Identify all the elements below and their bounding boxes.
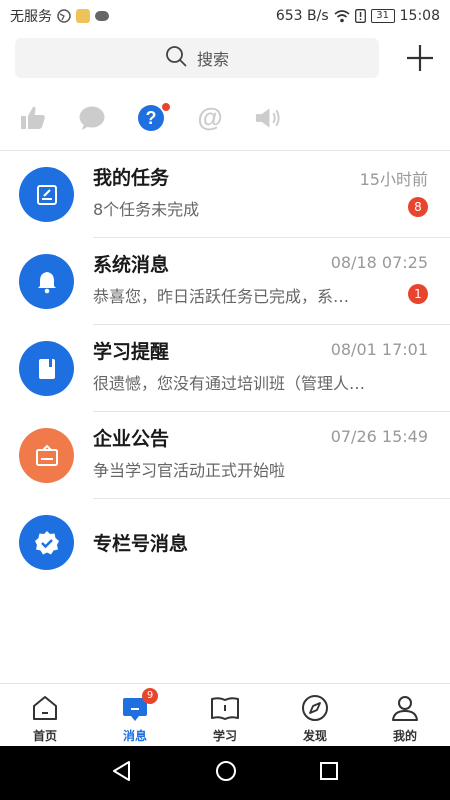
item-time: 08/18 07:25: [330, 253, 428, 272]
item-time: 08/01 17:01: [330, 340, 428, 359]
network-speed: 653 B/s: [275, 8, 329, 24]
item-title: 企业公告: [93, 428, 170, 450]
unread-dot: [161, 101, 171, 112]
globe-icon: [57, 9, 71, 23]
wifi-icon: [334, 9, 350, 23]
filter-row: ? @: [18, 98, 283, 138]
unread-badge: 8: [408, 197, 428, 217]
nav-label: 消息: [122, 729, 147, 743]
person-icon: [390, 693, 420, 723]
item-title: 专栏号消息: [93, 533, 189, 555]
nav-label: 学习: [212, 729, 237, 743]
speaker-icon[interactable]: [254, 104, 283, 133]
item-title: 我的任务: [93, 167, 170, 189]
search-row: 搜索: [0, 38, 450, 78]
nav-label: 首页: [32, 729, 57, 743]
svg-text:?: ?: [145, 108, 156, 128]
thumbs-up-icon[interactable]: [18, 104, 47, 133]
bell-icon: [19, 254, 74, 309]
unread-badge: 1: [408, 284, 428, 304]
bottom-nav: 首页 9 消息 学习 发现 我的: [0, 683, 450, 746]
list-item-tasks[interactable]: 我的任务 15小时前 8个任务未完成 8: [0, 151, 450, 238]
list-item-system[interactable]: 系统消息 08/18 07:25 恭喜您，昨日活跃任务已完成，系… 1: [0, 238, 450, 325]
svg-text:@: @: [197, 104, 222, 132]
question-icon[interactable]: ?: [136, 101, 171, 133]
status-right: 653 B/s 31 15:08: [276, 8, 440, 24]
item-title: 系统消息: [93, 254, 170, 276]
search-input[interactable]: 搜索: [15, 38, 379, 78]
add-button[interactable]: [404, 42, 436, 74]
clock-text: 15:08: [399, 8, 440, 24]
search-label: 搜索: [196, 50, 229, 69]
at-icon[interactable]: @: [195, 104, 224, 133]
chat-bubble-icon[interactable]: [77, 104, 106, 133]
nav-label: 发现: [302, 729, 327, 743]
task-icon: [19, 167, 74, 222]
message-list: 我的任务 15小时前 8个任务未完成 8 系统消息 08/18 07:25 恭喜…: [0, 151, 450, 586]
nav-discover[interactable]: 发现: [270, 684, 360, 746]
plus-icon: [407, 45, 433, 71]
book-icon: [19, 341, 74, 396]
sim-alert-icon: [354, 9, 366, 23]
compass-icon: [300, 693, 330, 723]
item-title: 学习提醒: [93, 341, 170, 363]
nav-badge: 9: [142, 688, 158, 704]
battery-icon: 31: [370, 9, 395, 23]
item-preview: 恭喜您，昨日活跃任务已完成，系…: [93, 287, 350, 306]
item-time: 07/26 15:49: [330, 427, 428, 446]
carrier-text: 无服务: [10, 9, 52, 25]
recents-icon[interactable]: [319, 761, 339, 785]
list-item-learning[interactable]: 学习提醒 08/01 17:01 很遗憾，您没有通过培训班（管理人员精…: [0, 325, 450, 412]
item-time: 15小时前: [359, 170, 428, 189]
app-notification-icon: [76, 9, 90, 23]
nav-learning[interactable]: 学习: [180, 684, 270, 746]
system-nav-bar: [0, 746, 450, 800]
nav-messages[interactable]: 9 消息: [90, 684, 180, 746]
book-open-icon: [210, 693, 240, 723]
status-left: 无服务: [10, 6, 109, 26]
status-bar: 无服务 653 B/s 31 15:08: [0, 0, 450, 32]
item-preview: 很遗憾，您没有通过培训班（管理人员精…: [93, 374, 378, 393]
list-item-announcement[interactable]: 企业公告 07/26 15:49 争当学习官活动正式开始啦: [0, 412, 450, 499]
item-preview: 争当学习官活动正式开始啦: [93, 461, 286, 480]
search-icon: [165, 45, 187, 71]
nav-home[interactable]: 首页: [0, 684, 90, 746]
verified-badge-icon: [19, 515, 74, 570]
nav-profile[interactable]: 我的: [360, 684, 450, 746]
notice-board-icon: [19, 428, 74, 483]
cloud-icon: [95, 11, 109, 21]
nav-label: 我的: [392, 729, 417, 743]
list-item-column[interactable]: 专栏号消息: [0, 499, 450, 586]
home-icon: [30, 693, 60, 723]
item-preview: 8个任务未完成: [93, 200, 200, 219]
back-icon[interactable]: [111, 760, 133, 786]
home-circle-icon[interactable]: [215, 760, 237, 786]
